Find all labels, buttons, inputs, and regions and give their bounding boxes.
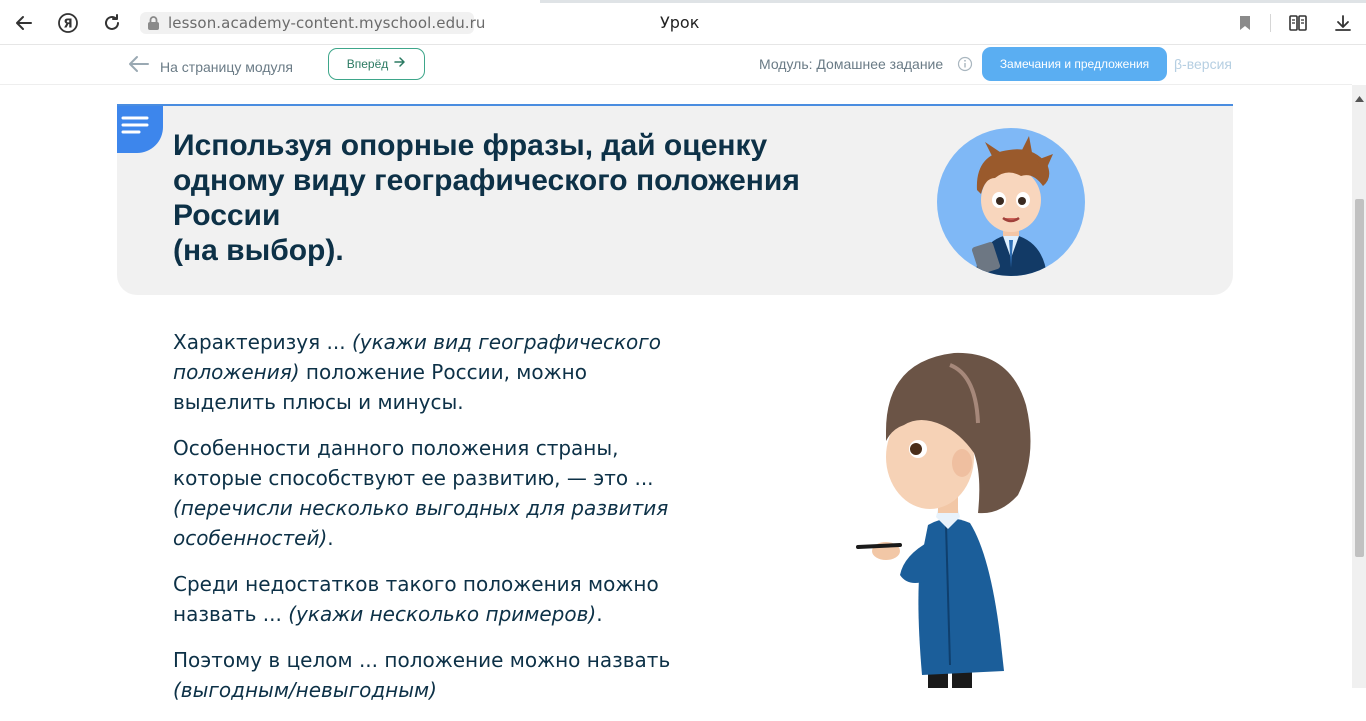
arrow-left-icon <box>128 55 150 78</box>
phrase-text: Особенности данного положения страны, ко… <box>173 436 654 490</box>
scroll-thumb[interactable] <box>1355 199 1364 557</box>
address-text: lesson.academy-content.myschool.edu.ru <box>168 14 486 32</box>
reader-icon[interactable] <box>1285 10 1311 36</box>
phrase-text: Характеризуя ... <box>173 330 352 354</box>
back-to-module-link[interactable]: На страницу модуля <box>128 55 293 78</box>
svg-text:Я: Я <box>63 17 72 31</box>
browser-toolbar: Я lesson.academy-content.myschool.edu.ru… <box>0 0 1366 45</box>
page-title: Урок <box>660 13 700 32</box>
address-bar[interactable]: lesson.academy-content.myschool.edu.ru <box>140 12 485 36</box>
phrase-paragraph: Среди недостатков такого положения можно… <box>173 569 673 629</box>
student-avatar <box>937 128 1085 276</box>
feedback-button[interactable]: Замечания и предложения <box>982 47 1167 81</box>
task-icon <box>117 106 163 153</box>
phrase-paragraph: Поэтому в целом ... положение можно назв… <box>173 645 673 705</box>
task-title-line: России <box>173 199 281 232</box>
back-to-module-label: На страницу модуля <box>160 58 293 75</box>
lock-icon <box>147 16 160 36</box>
feedback-label: Замечания и предложения <box>999 57 1150 71</box>
info-icon[interactable] <box>957 56 973 72</box>
scroll-up-icon[interactable] <box>1355 89 1364 107</box>
bookmark-icon[interactable] <box>1232 10 1258 36</box>
phrase-text: . <box>327 526 334 550</box>
reload-icon[interactable] <box>99 10 125 36</box>
reference-phrases: Характеризуя ... (укажи вид географическ… <box>173 327 673 721</box>
task-title: Используя опорные фразы, дай оценку одно… <box>173 128 873 268</box>
forward-button[interactable]: Вперёд <box>328 48 425 80</box>
phrase-paragraph: Особенности данного положения страны, ко… <box>173 433 673 553</box>
boy-illustration <box>850 345 1050 688</box>
forward-label: Вперёд <box>346 57 389 71</box>
task-title-line: Используя опорные фразы, дай оценку <box>173 129 768 162</box>
task-card: Используя опорные фразы, дай оценку одно… <box>117 104 1233 295</box>
phrase-text: . <box>596 602 603 626</box>
page-scrollbar[interactable] <box>1352 85 1366 688</box>
download-icon[interactable] <box>1330 10 1356 36</box>
tab-strip <box>0 0 1366 3</box>
yandex-icon[interactable]: Я <box>55 10 81 36</box>
phrase-hint: (укажи несколько примеров) <box>288 602 597 626</box>
beta-label: β-версия <box>1174 56 1232 72</box>
phrase-hint: (выгодным/невыгодным) <box>173 678 437 702</box>
active-tab[interactable] <box>0 0 540 3</box>
back-icon[interactable] <box>11 10 37 36</box>
module-label: Модуль: Домашнее задание <box>759 56 944 72</box>
toolbar-divider <box>1270 14 1271 32</box>
phrase-hint: (перечисли несколько выгодных для развит… <box>173 496 669 550</box>
task-title-line: (на выбор). <box>173 234 344 267</box>
arrow-right-icon <box>394 55 406 73</box>
phrase-paragraph: Характеризуя ... (укажи вид географическ… <box>173 327 673 417</box>
phrase-text: Поэтому в целом ... положение можно назв… <box>173 648 671 672</box>
task-title-line: одному виду географического положения <box>173 164 800 197</box>
lesson-header: На страницу модуля Вперёд Модуль: Домашн… <box>0 45 1352 85</box>
